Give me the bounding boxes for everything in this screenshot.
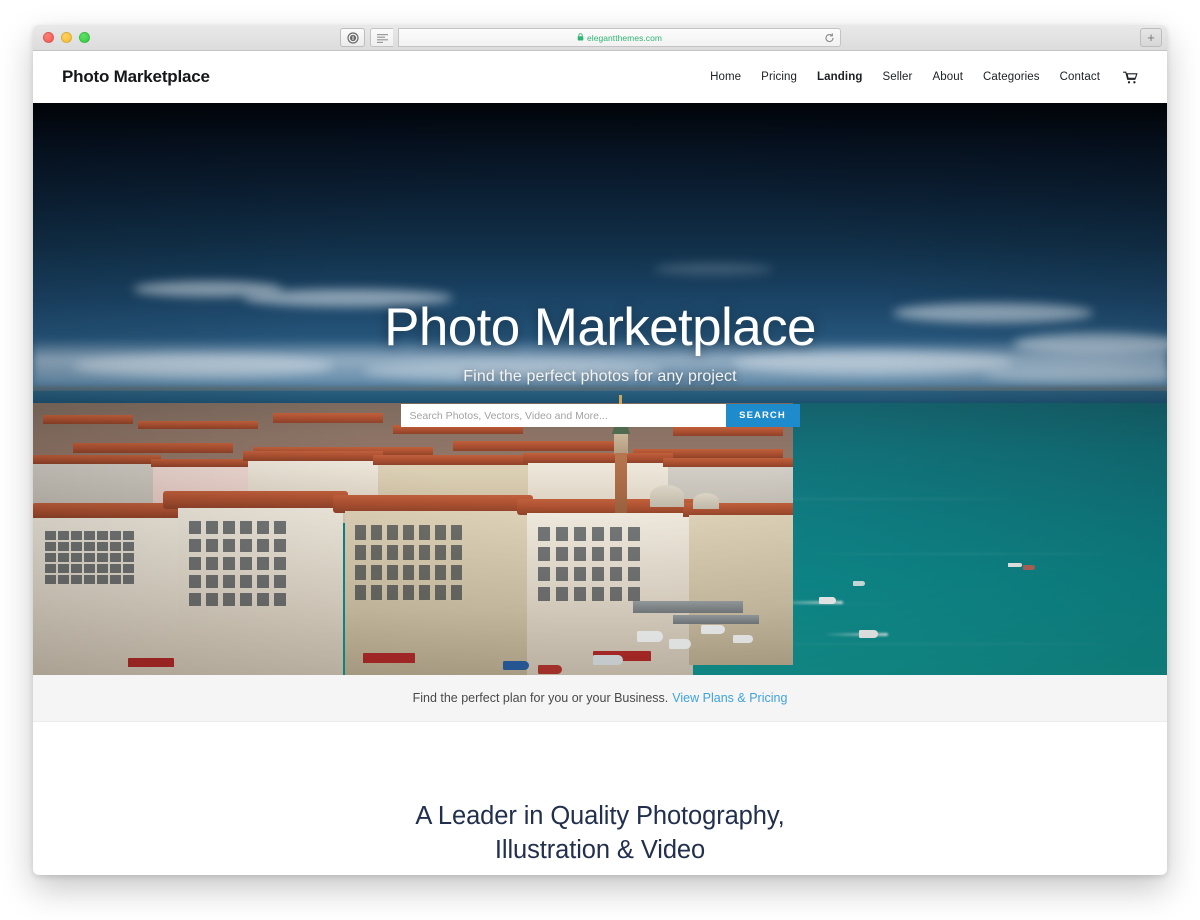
view-plans-pricing-link[interactable]: View Plans & Pricing: [672, 691, 787, 705]
plan-promo-text: Find the perfect plan for you or your Bu…: [412, 691, 669, 705]
plan-promo-bar: Find the perfect plan for you or your Bu…: [33, 675, 1167, 722]
reader-view-icon[interactable]: [370, 28, 393, 47]
nav-item-landing[interactable]: Landing: [817, 71, 862, 83]
minimize-window-button[interactable]: [61, 32, 72, 43]
site-logo[interactable]: Photo Marketplace: [62, 67, 210, 87]
hero-search-form: SEARCH: [33, 404, 1167, 428]
hero-section: Photo Marketplace Find the perfect photo…: [33, 103, 1167, 675]
browser-titlebar: elegantthemes.com +: [33, 25, 1167, 51]
section-heading: A Leader in Quality Photography, Illustr…: [33, 800, 1167, 867]
hero-title: Photo Marketplace: [384, 298, 816, 357]
shopping-cart-icon[interactable]: [1123, 71, 1138, 84]
search-button[interactable]: SEARCH: [725, 404, 800, 428]
url-host: elegantthemes.com: [586, 32, 663, 43]
nav-item-contact[interactable]: Contact: [1060, 71, 1100, 83]
lower-section: A Leader in Quality Photography, Illustr…: [33, 722, 1167, 868]
url-text-group: elegantthemes.com: [577, 33, 662, 43]
section-heading-line-2: Illustration & Video: [494, 835, 706, 864]
hero-subtitle: Find the perfect photos for any project: [463, 368, 737, 386]
nav-item-pricing[interactable]: Pricing: [761, 71, 797, 83]
nav-item-categories[interactable]: Categories: [983, 71, 1040, 83]
privacy-shield-icon[interactable]: [340, 28, 365, 47]
section-heading-line-1: A Leader in Quality Photography,: [415, 802, 785, 830]
browser-toolbar: elegantthemes.com: [340, 28, 841, 47]
browser-window: elegantthemes.com + Photo Marketplace Ho…: [33, 25, 1167, 875]
site-header: Photo Marketplace Home Pricing Landing S…: [33, 51, 1167, 103]
zoom-window-button[interactable]: [79, 32, 90, 43]
nav-item-seller[interactable]: Seller: [882, 71, 912, 83]
window-controls: [33, 32, 90, 43]
nav-item-home[interactable]: Home: [710, 71, 741, 83]
nav-item-about[interactable]: About: [932, 71, 963, 83]
main-navigation: Home Pricing Landing Seller About Catego…: [710, 71, 1138, 84]
search-input[interactable]: [400, 404, 726, 428]
reload-icon[interactable]: [824, 32, 835, 43]
hero-content: Photo Marketplace Find the perfect photo…: [33, 298, 1167, 428]
address-bar[interactable]: elegantthemes.com: [398, 28, 841, 47]
new-tab-button[interactable]: +: [1140, 28, 1162, 47]
close-window-button[interactable]: [43, 32, 54, 43]
lock-icon: [577, 33, 584, 43]
